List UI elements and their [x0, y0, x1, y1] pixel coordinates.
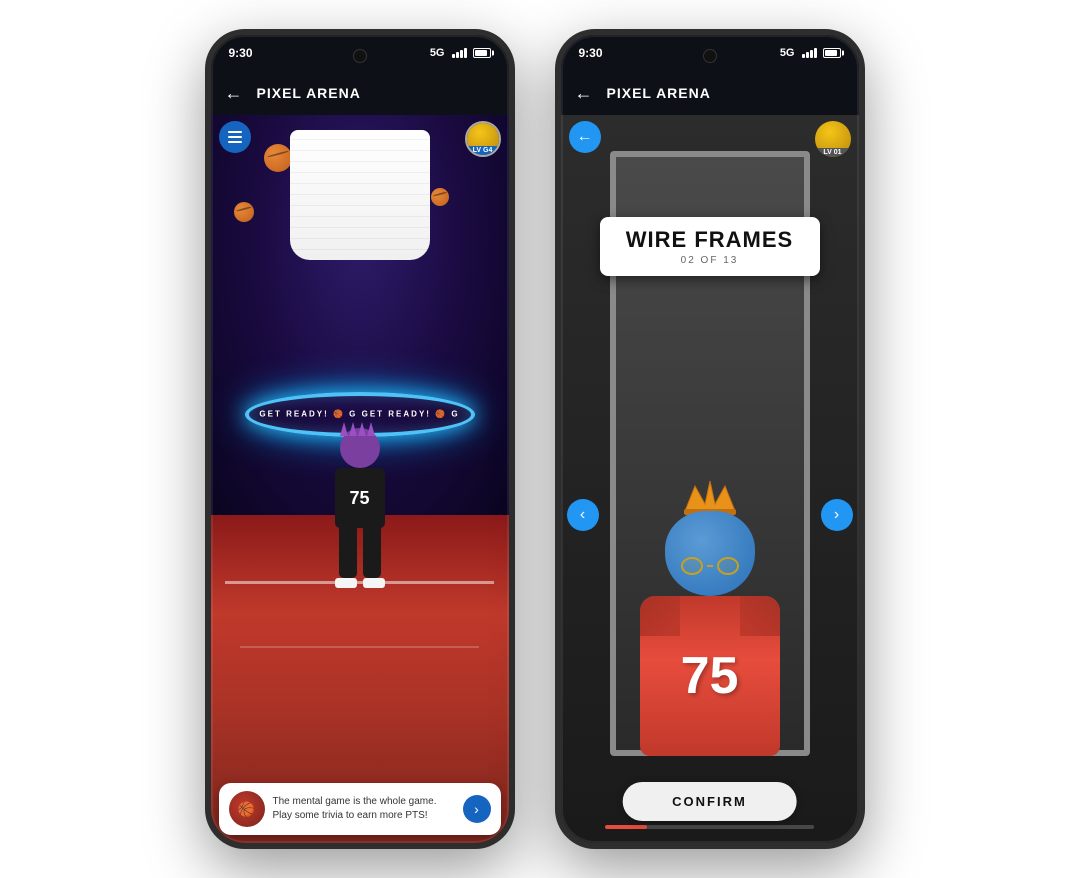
- nav-left-button[interactable]: ‹: [567, 499, 599, 531]
- char-foot-right: [363, 578, 385, 588]
- confirm-button[interactable]: CONFIRM: [622, 782, 797, 821]
- bar1: [452, 54, 455, 58]
- title-card: WIRE FRAMES 02 OF 13: [600, 217, 820, 276]
- char-foot-left: [335, 578, 357, 588]
- crown-svg: [680, 476, 740, 516]
- chat-avatar: 🏀: [229, 791, 265, 827]
- title-card-main: WIRE FRAMES: [620, 227, 800, 253]
- nav-right-button[interactable]: ›: [821, 499, 853, 531]
- glass-lens-right: [717, 557, 739, 575]
- status-icons-1: 5G: [430, 47, 491, 59]
- status-icons-2: 5G: [780, 47, 841, 59]
- title-card-sub: 02 OF 13: [620, 255, 800, 266]
- back-circle-icon: ←: [577, 128, 593, 146]
- shoulder-center: [680, 596, 740, 636]
- char-leg-right: [363, 528, 381, 578]
- menu-line-2: [228, 136, 242, 138]
- spike-4: [367, 422, 375, 436]
- camera-hole: [353, 49, 367, 63]
- crown: [680, 476, 740, 516]
- char-body-1: 75: [335, 468, 385, 528]
- battery-icon-2: [823, 48, 841, 58]
- spike-3: [358, 422, 366, 436]
- character-1: 75: [320, 428, 400, 588]
- progress-bar: [605, 825, 814, 829]
- menu-line-3: [228, 141, 242, 143]
- floor-line-2: [240, 646, 478, 648]
- menu-line-1: [228, 131, 242, 133]
- phone-1: 9:30 5G ← PIXEL ARENA: [205, 29, 515, 849]
- level-badge-1: LV G4: [465, 121, 501, 157]
- phone-2: 9:30 5G ← PIXEL ARENA: [555, 29, 865, 849]
- glass-lens-left: [681, 557, 703, 575]
- blue-body-jersey: 75: [640, 596, 780, 756]
- phone1-background: GET READY! 🏀 G GET READY! 🏀 G LV G4: [211, 115, 509, 843]
- signal-label-2: 5G: [780, 47, 795, 59]
- glass-bridge: [707, 565, 713, 567]
- phone2-content: ← LV 01 WIRE FRAMES 02 OF 13 ‹: [561, 115, 859, 843]
- bar4: [464, 48, 467, 58]
- bar3: [460, 50, 463, 58]
- battery-fill-2: [825, 50, 837, 56]
- level-badge-2: LV 01: [815, 121, 851, 157]
- char-spikes-1: [335, 416, 385, 436]
- chat-bubble: 🏀 The mental game is the whole game. Pla…: [219, 783, 501, 835]
- trophy-cylinder: [290, 130, 430, 260]
- glasses: [681, 557, 739, 575]
- level-badge-inner-1: LV G4: [467, 123, 499, 155]
- jersey-number-2: 75: [681, 650, 739, 702]
- camera-hole-2: [703, 49, 717, 63]
- back-button-2[interactable]: ←: [575, 83, 593, 104]
- level-text-2: LV 01: [815, 148, 851, 157]
- chat-message: The mental game is the whole game. Play …: [273, 795, 455, 823]
- jersey-shoulders: [640, 596, 780, 636]
- phone2-background: ← LV 01 WIRE FRAMES 02 OF 13 ‹: [561, 115, 859, 843]
- battery-icon-1: [473, 48, 491, 58]
- menu-button[interactable]: [219, 121, 251, 153]
- nav-right-icon: ›: [834, 506, 839, 524]
- battery-fill-1: [475, 50, 487, 56]
- spike-2: [349, 422, 357, 436]
- scene: 9:30 5G ← PIXEL ARENA: [0, 0, 1069, 878]
- back-circle-btn[interactable]: ←: [569, 121, 601, 153]
- app-title-1: PIXEL ARENA: [257, 85, 361, 101]
- bar2: [456, 52, 459, 58]
- char-legs-1: [320, 528, 400, 578]
- trophy-inner: [290, 130, 430, 260]
- chat-next-button[interactable]: ›: [463, 795, 491, 823]
- phone1-content: GET READY! 🏀 G GET READY! 🏀 G LV G4: [211, 115, 509, 843]
- app-title-2: PIXEL ARENA: [607, 85, 711, 101]
- blue-head: [665, 511, 755, 596]
- shoulder-right: [740, 596, 780, 636]
- signal-bars-2: [802, 48, 817, 58]
- char-leg-left: [339, 528, 357, 578]
- back-button-1[interactable]: ←: [225, 83, 243, 104]
- app-bar-2: ← PIXEL ARENA: [561, 71, 859, 115]
- progress-fill: [605, 825, 647, 829]
- signal-label-1: 5G: [430, 47, 445, 59]
- bar2-1: [802, 54, 805, 58]
- shoulder-left: [640, 596, 680, 636]
- char-head-1: [340, 428, 380, 468]
- status-time-2: 9:30: [579, 46, 603, 60]
- jersey-number-1: 75: [349, 488, 369, 509]
- confirm-label: CONFIRM: [672, 794, 747, 809]
- bar2-3: [810, 50, 813, 58]
- bar2-2: [806, 52, 809, 58]
- char-feet-1: [320, 578, 400, 588]
- app-bar-1: ← PIXEL ARENA: [211, 71, 509, 115]
- nav-left-icon: ‹: [580, 506, 585, 524]
- signal-bars-1: [452, 48, 467, 58]
- basketball-5: [431, 188, 449, 206]
- character-2: 75: [620, 476, 800, 756]
- bar2-4: [814, 48, 817, 58]
- status-time-1: 9:30: [229, 46, 253, 60]
- spike-1: [340, 422, 348, 436]
